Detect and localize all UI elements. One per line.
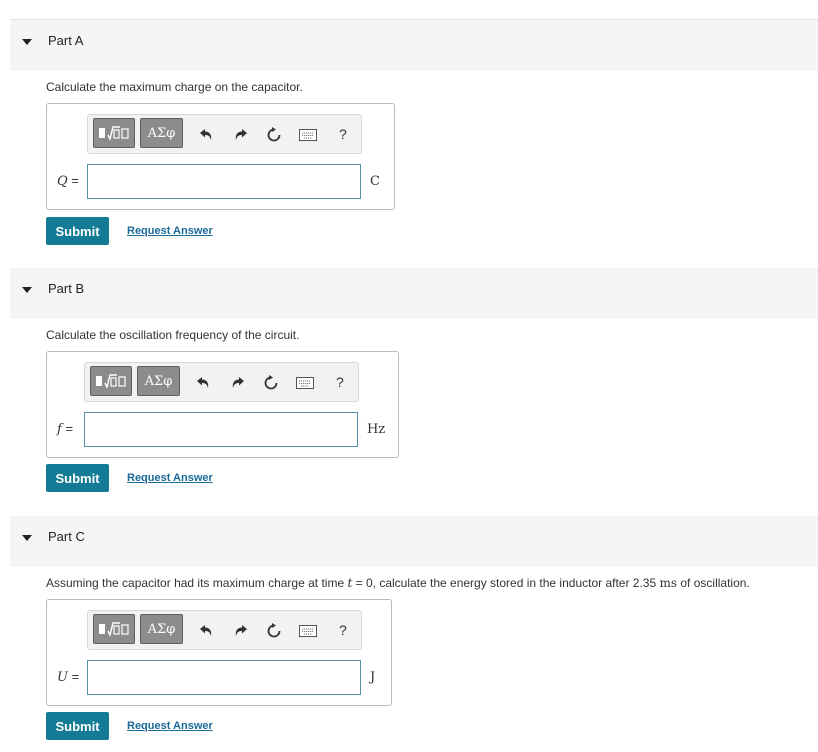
part-a-title: Part A [48, 33, 84, 48]
keyboard-icon[interactable] [298, 125, 318, 145]
collapse-caret-icon[interactable] [22, 535, 32, 541]
part-b-title: Part B [48, 281, 85, 296]
unit-label: J [370, 670, 376, 685]
greek-letters-icon[interactable]: ΑΣφ [140, 118, 183, 148]
part-c-submit-button[interactable]: Submit [46, 712, 109, 740]
math-toolbar: ΑΣφ ? [87, 610, 362, 650]
templates-icon[interactable] [90, 366, 132, 396]
part-c-title: Part C [48, 529, 85, 544]
redo-icon[interactable] [231, 621, 251, 641]
part-b-answer-input[interactable] [84, 412, 358, 447]
part-c-question: Assuming the capacitor had its maximum c… [46, 576, 750, 590]
part-c-answer-input[interactable] [87, 660, 361, 695]
keyboard-icon[interactable] [298, 621, 318, 641]
help-icon[interactable]: ? [339, 622, 347, 638]
part-a-header[interactable]: Part A [10, 20, 818, 71]
undo-icon[interactable] [196, 125, 216, 145]
part-b-answer-panel: ΑΣφ ? f = Hz [46, 351, 399, 458]
part-a-answer-input[interactable] [87, 164, 361, 199]
help-icon[interactable]: ? [339, 126, 347, 142]
reset-icon[interactable] [264, 125, 284, 145]
redo-icon[interactable] [228, 373, 248, 393]
part-c-request-answer-link[interactable]: Request Answer [127, 720, 213, 732]
collapse-caret-icon[interactable] [22, 39, 32, 45]
greek-letters-icon[interactable]: ΑΣφ [140, 614, 183, 644]
math-toolbar: ΑΣφ ? [87, 114, 362, 154]
greek-letters-icon[interactable]: ΑΣφ [137, 366, 180, 396]
part-a-question: Calculate the maximum charge on the capa… [46, 80, 303, 94]
part-a-submit-button[interactable]: Submit [46, 217, 109, 245]
undo-icon[interactable] [196, 621, 216, 641]
reset-icon[interactable] [261, 373, 281, 393]
help-icon[interactable]: ? [336, 374, 344, 390]
part-b-header[interactable]: Part B [10, 268, 818, 319]
part-a-request-answer-link[interactable]: Request Answer [127, 225, 213, 237]
part-b-submit-button[interactable]: Submit [46, 464, 109, 492]
templates-icon[interactable] [93, 614, 135, 644]
unit-label: Hz [367, 422, 386, 437]
variable-label: Q = [57, 173, 79, 189]
part-c-header[interactable]: Part C [10, 516, 818, 567]
collapse-caret-icon[interactable] [22, 287, 32, 293]
math-toolbar: ΑΣφ ? [84, 362, 359, 402]
templates-icon[interactable] [93, 118, 135, 148]
variable-label: f = [57, 421, 74, 437]
part-c-answer-panel: ΑΣφ ? U = J [46, 599, 392, 706]
part-b-question: Calculate the oscillation frequency of t… [46, 328, 300, 342]
unit-label: C [370, 174, 380, 189]
undo-icon[interactable] [193, 373, 213, 393]
keyboard-icon[interactable] [295, 373, 315, 393]
reset-icon[interactable] [264, 621, 284, 641]
part-b-request-answer-link[interactable]: Request Answer [127, 472, 213, 484]
part-a-answer-panel: ΑΣφ ? Q = C [46, 103, 395, 210]
variable-label: U = [57, 669, 80, 685]
redo-icon[interactable] [231, 125, 251, 145]
